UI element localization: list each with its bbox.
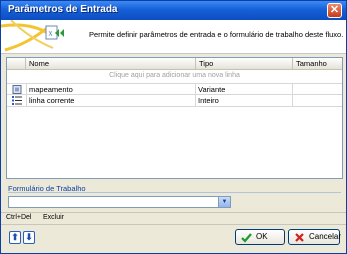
cancel-label: Cancelar bbox=[309, 232, 342, 241]
table-row[interactable]: linha corrente Inteiro bbox=[7, 94, 342, 107]
form-select[interactable]: ▼ bbox=[8, 196, 231, 208]
chevron-down-icon: ▼ bbox=[221, 199, 228, 205]
form-label-underline bbox=[8, 192, 341, 193]
window-title: Parâmetros de Entrada bbox=[8, 4, 118, 15]
dialog-window: Parâmetros de Entrada ✕ x Permite defini… bbox=[0, 0, 347, 254]
shortcut-action: Excluir bbox=[43, 214, 65, 221]
close-button[interactable]: ✕ bbox=[327, 3, 342, 18]
add-row-hint[interactable]: Clique aqui para adicionar uma nova linh… bbox=[7, 70, 342, 82]
variant-icon bbox=[12, 85, 22, 94]
cell-tamanho[interactable] bbox=[293, 95, 342, 106]
grid-header: Nome Tipo Tamanho bbox=[7, 58, 342, 70]
footer-divider bbox=[1, 224, 346, 225]
column-header-tamanho[interactable]: Tamanho bbox=[293, 58, 342, 69]
header-banner: x Permite definir parâmetros de entrada … bbox=[1, 20, 346, 54]
shortcut-key: Ctrl+Del bbox=[6, 214, 32, 221]
banner-description: Permite definir parâmetros de entrada e … bbox=[89, 30, 344, 39]
cancel-x-icon bbox=[295, 233, 304, 242]
svg-text:x: x bbox=[49, 29, 53, 38]
column-header-tipo[interactable]: Tipo bbox=[196, 58, 293, 69]
ok-label: OK bbox=[256, 232, 268, 241]
cell-tipo[interactable]: Inteiro bbox=[196, 95, 293, 106]
dropdown-button[interactable]: ▼ bbox=[218, 197, 230, 207]
row-indicator-header bbox=[7, 58, 26, 69]
column-header-nome[interactable]: Nome bbox=[26, 58, 196, 69]
cell-nome[interactable]: linha corrente bbox=[26, 95, 196, 106]
move-up-button[interactable]: ⬆ bbox=[9, 231, 21, 244]
close-icon: ✕ bbox=[329, 4, 340, 16]
parameters-grid[interactable]: Nome Tipo Tamanho Clique aqui para adici… bbox=[6, 57, 343, 179]
workflow-logo-icon: x bbox=[1, 20, 64, 52]
status-bar: Ctrl+Del Excluir bbox=[1, 212, 346, 223]
list-icon bbox=[12, 96, 22, 105]
arrow-down-icon: ⬇ bbox=[25, 232, 33, 242]
cancel-button[interactable]: Cancelar bbox=[288, 229, 342, 245]
check-icon bbox=[241, 233, 252, 243]
ok-button[interactable]: OK bbox=[235, 229, 285, 245]
title-bar[interactable]: Parâmetros de Entrada ✕ bbox=[1, 1, 346, 20]
arrow-up-icon: ⬆ bbox=[11, 232, 19, 242]
move-down-button[interactable]: ⬇ bbox=[23, 231, 35, 244]
